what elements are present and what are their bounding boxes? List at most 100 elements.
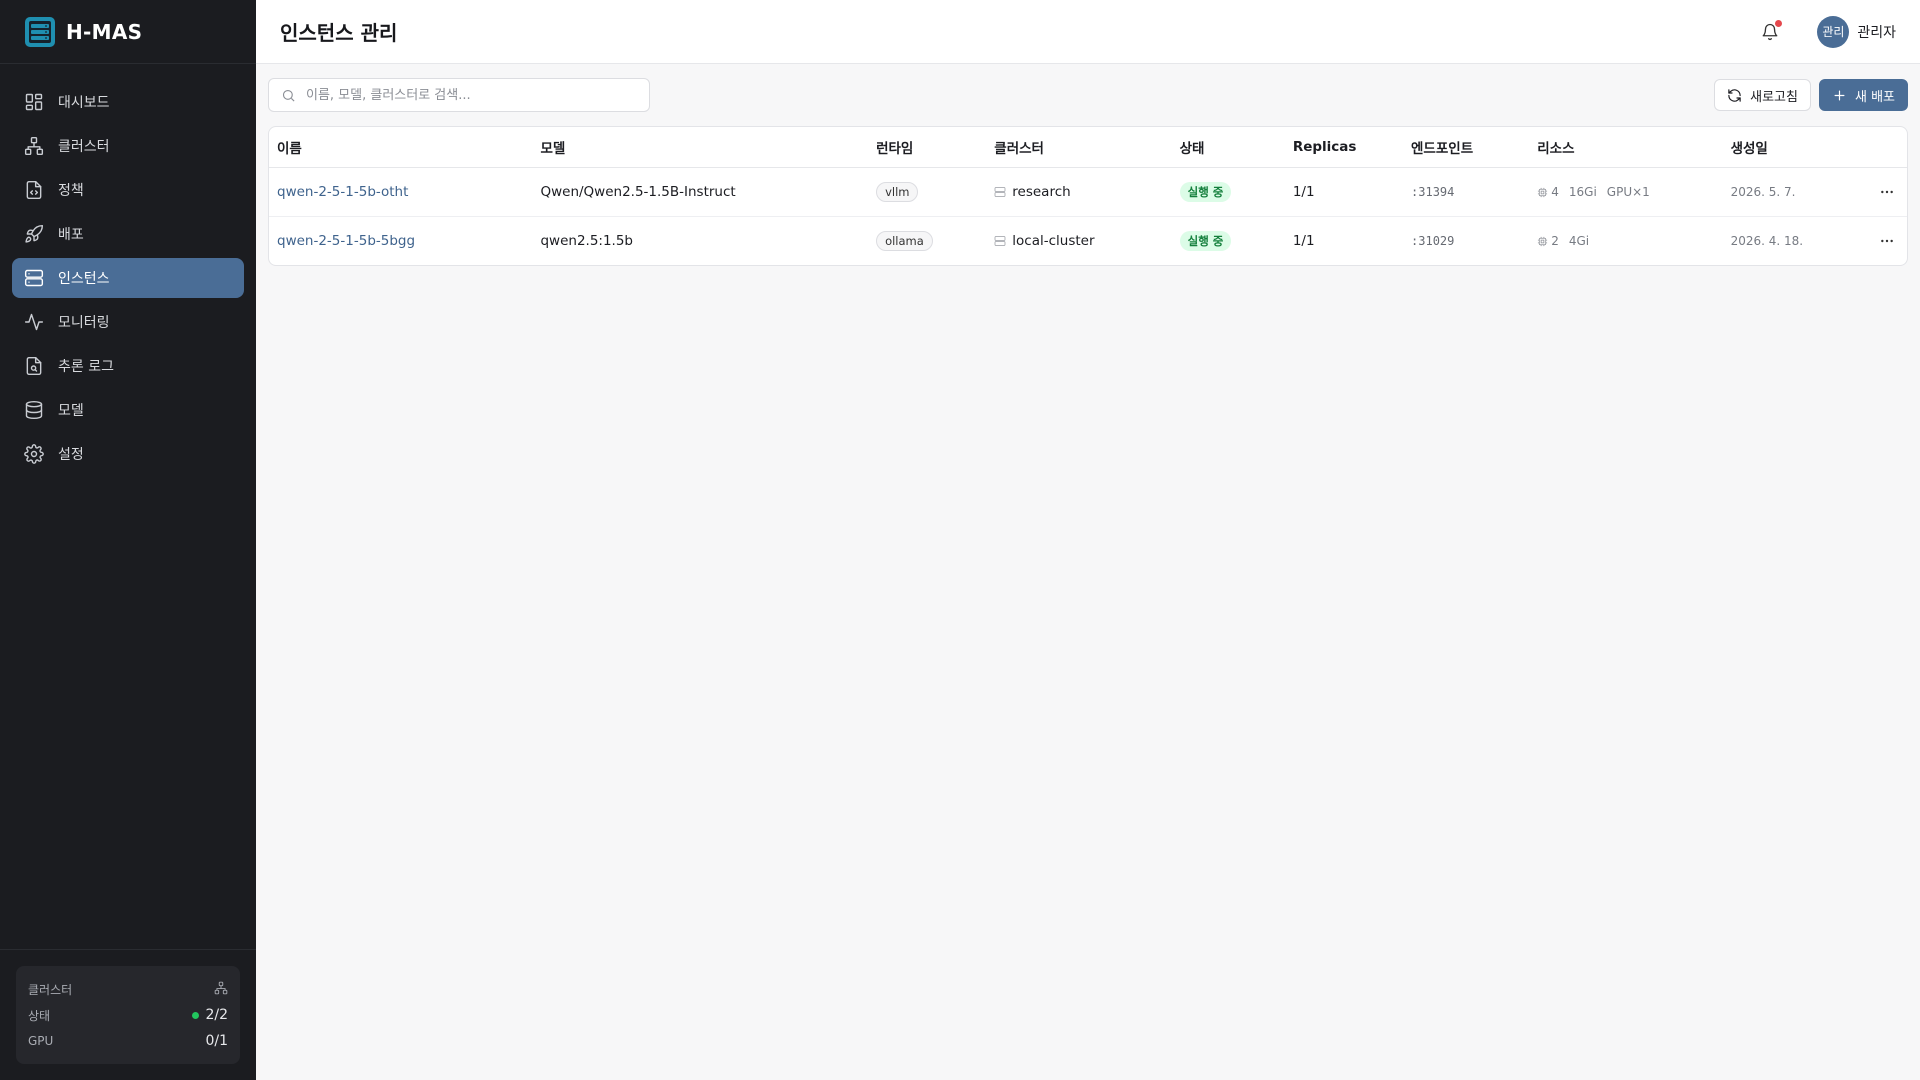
topbar: 인스턴스 관리 관리 관리자 xyxy=(256,0,1920,64)
plus-icon xyxy=(1834,90,1845,100)
resource-gpu: GPU×1 xyxy=(1606,185,1650,199)
rocket-icon xyxy=(25,224,44,243)
sidebar-item-dashboard[interactable]: 대시보드 xyxy=(12,82,244,122)
instance-endpoint: :31394 xyxy=(1411,185,1455,199)
instance-cluster: research xyxy=(1012,184,1071,200)
cluster-status-label: 상태 xyxy=(28,1008,51,1023)
status-ok-dot-icon xyxy=(192,1011,200,1019)
status-badge: 실행 중 xyxy=(1179,231,1232,251)
refresh-button[interactable]: 새로고침 xyxy=(1714,79,1811,111)
log-icon xyxy=(26,356,42,376)
cpu-icon xyxy=(1538,187,1548,197)
sidebar-item-label: 인스턴스 xyxy=(58,271,110,287)
column-header-model[interactable]: 모델 xyxy=(532,127,869,168)
resource-cpu: 4 xyxy=(1551,185,1559,199)
search-box xyxy=(268,78,650,112)
page-title: 인스턴스 관리 xyxy=(280,21,398,45)
app-root: H-MAS 대시보드 클러스터 정책 배포 인스턴스 모니터링 추론 로그 모델… xyxy=(0,0,1920,1080)
column-header-resources[interactable]: 리소스 xyxy=(1529,127,1723,168)
instance-name-link[interactable]: qwen-2-5-1-5b-otht xyxy=(277,184,408,200)
refresh-label: 새로고침 xyxy=(1750,89,1798,105)
column-header-cluster[interactable]: 클러스터 xyxy=(986,127,1172,168)
search-input[interactable] xyxy=(304,86,637,104)
instance-replicas: 1/1 xyxy=(1284,167,1404,217)
instance-created: 2026. 5. 7. xyxy=(1730,185,1796,199)
row-actions-button[interactable] xyxy=(1875,229,1899,253)
app-name: H-MAS xyxy=(66,19,143,44)
column-header-status[interactable]: 상태 xyxy=(1171,127,1285,168)
row-actions-button[interactable] xyxy=(1875,180,1899,204)
column-header-runtime[interactable]: 런타임 xyxy=(868,127,987,168)
column-header-endpoint[interactable]: 엔드포인트 xyxy=(1403,127,1530,168)
gpu-value: 0/1 xyxy=(205,1033,228,1049)
policy-icon xyxy=(26,180,42,200)
server-small-icon xyxy=(994,187,1006,197)
instance-model: Qwen/Qwen2.5-1.5B-Instruct xyxy=(532,167,869,217)
database-icon xyxy=(25,400,43,420)
status-badge: 실행 중 xyxy=(1179,182,1232,202)
resource-cpu: 2 xyxy=(1551,234,1559,248)
sidebar-item-label: 대시보드 xyxy=(58,95,110,111)
sidebar: H-MAS 대시보드 클러스터 정책 배포 인스턴스 모니터링 추론 로그 모델… xyxy=(0,0,256,1080)
main-area: 인스턴스 관리 관리 관리자 이름, 모델, 클러스터로 검색... 새로고침 … xyxy=(256,0,1920,1080)
sidebar-item-settings[interactable]: 설정 xyxy=(12,434,244,474)
instance-name-link[interactable]: qwen-2-5-1-5b-5bgg xyxy=(277,233,415,249)
server-icon xyxy=(24,269,44,287)
toolbar: 새로고침 새 배포 xyxy=(268,78,1908,112)
table-row[interactable]: qwen-2-5-1-5b-5bgg qwen2.5:1.5b ollama l… xyxy=(269,217,1907,266)
notification-dot xyxy=(1775,19,1783,27)
column-header-replicas[interactable]: Replicas xyxy=(1284,127,1404,168)
sidebar-item-cluster[interactable]: 클러스터 xyxy=(12,126,244,166)
instance-replicas: 1/1 xyxy=(1292,233,1315,249)
table-header-row: 이름 모델 런타임 클러스터 상태 Replicas 엔드포인트 리소스 생성일 xyxy=(269,127,1907,168)
sidebar-item-policy[interactable]: 정책 xyxy=(12,170,244,210)
sidebar-item-models[interactable]: 모델 xyxy=(12,390,244,430)
sidebar-nav: 대시보드 클러스터 정책 배포 인스턴스 모니터링 추론 로그 모델 설정 xyxy=(0,64,256,474)
more-horizontal-icon xyxy=(1881,190,1893,194)
brand[interactable]: H-MAS xyxy=(0,0,256,64)
sidebar-item-monitoring[interactable]: 모니터링 xyxy=(12,302,244,342)
sidebar-item-label: 모니터링 xyxy=(58,315,110,331)
sidebar-item-instances[interactable]: 인스턴스 xyxy=(12,258,244,298)
server-logo-icon xyxy=(25,16,55,47)
sidebar-item-inference-log[interactable]: 추론 로그 xyxy=(12,346,244,386)
sidebar-item-label: 정책 xyxy=(58,183,84,199)
cluster-status-value: 2/2 xyxy=(205,1007,228,1023)
instance-endpoint: :31029 xyxy=(1411,234,1455,248)
sidebar-item-label: 모델 xyxy=(58,403,84,419)
sidebar-item-label: 추론 로그 xyxy=(58,359,114,375)
cluster-card-title: 클러스터 xyxy=(28,982,73,997)
user-menu[interactable]: 관리 관리자 xyxy=(1817,15,1896,48)
search-icon xyxy=(282,89,295,102)
refresh-icon xyxy=(1728,88,1741,102)
sidebar-item-label: 클러스터 xyxy=(58,139,110,155)
cluster-status-card: 클러스터 상태 2/2 GPU 0/1 xyxy=(16,966,240,1064)
sidebar-item-label: 설정 xyxy=(58,447,84,463)
resource-memory: 16Gi xyxy=(1568,185,1597,199)
sidebar-item-deploy[interactable]: 배포 xyxy=(12,214,244,254)
activity-icon xyxy=(24,313,44,331)
runtime-badge: ollama xyxy=(876,231,933,251)
resource-memory: 4Gi xyxy=(1568,234,1590,248)
cpu-icon xyxy=(1538,236,1548,246)
instance-model: qwen2.5:1.5b xyxy=(540,233,633,249)
dashboard-icon xyxy=(25,93,43,111)
more-horizontal-icon xyxy=(1881,239,1893,243)
column-header-created[interactable]: 생성일 xyxy=(1722,127,1861,168)
new-deploy-label: 새 배포 xyxy=(1854,89,1895,105)
cluster-network-icon xyxy=(214,981,228,994)
instance-created: 2026. 4. 18. xyxy=(1730,234,1804,248)
instance-cluster: local-cluster xyxy=(1012,233,1095,249)
new-deploy-button[interactable]: 새 배포 xyxy=(1818,79,1908,111)
user-name: 관리자 xyxy=(1857,24,1896,41)
notifications-button[interactable] xyxy=(1761,19,1783,43)
gear-icon xyxy=(24,444,44,464)
gpu-label: GPU xyxy=(28,1034,54,1048)
avatar: 관리 xyxy=(1817,15,1850,48)
cluster-icon xyxy=(24,136,44,156)
table-row[interactable]: qwen-2-5-1-5b-otht Qwen/Qwen2.5-1.5B-Ins… xyxy=(269,167,1907,217)
column-header-name[interactable]: 이름 xyxy=(269,127,533,168)
sidebar-item-label: 배포 xyxy=(58,227,84,243)
server-small-icon xyxy=(994,236,1006,246)
instances-table: 이름 모델 런타임 클러스터 상태 Replicas 엔드포인트 리소스 생성일 xyxy=(268,126,1908,266)
